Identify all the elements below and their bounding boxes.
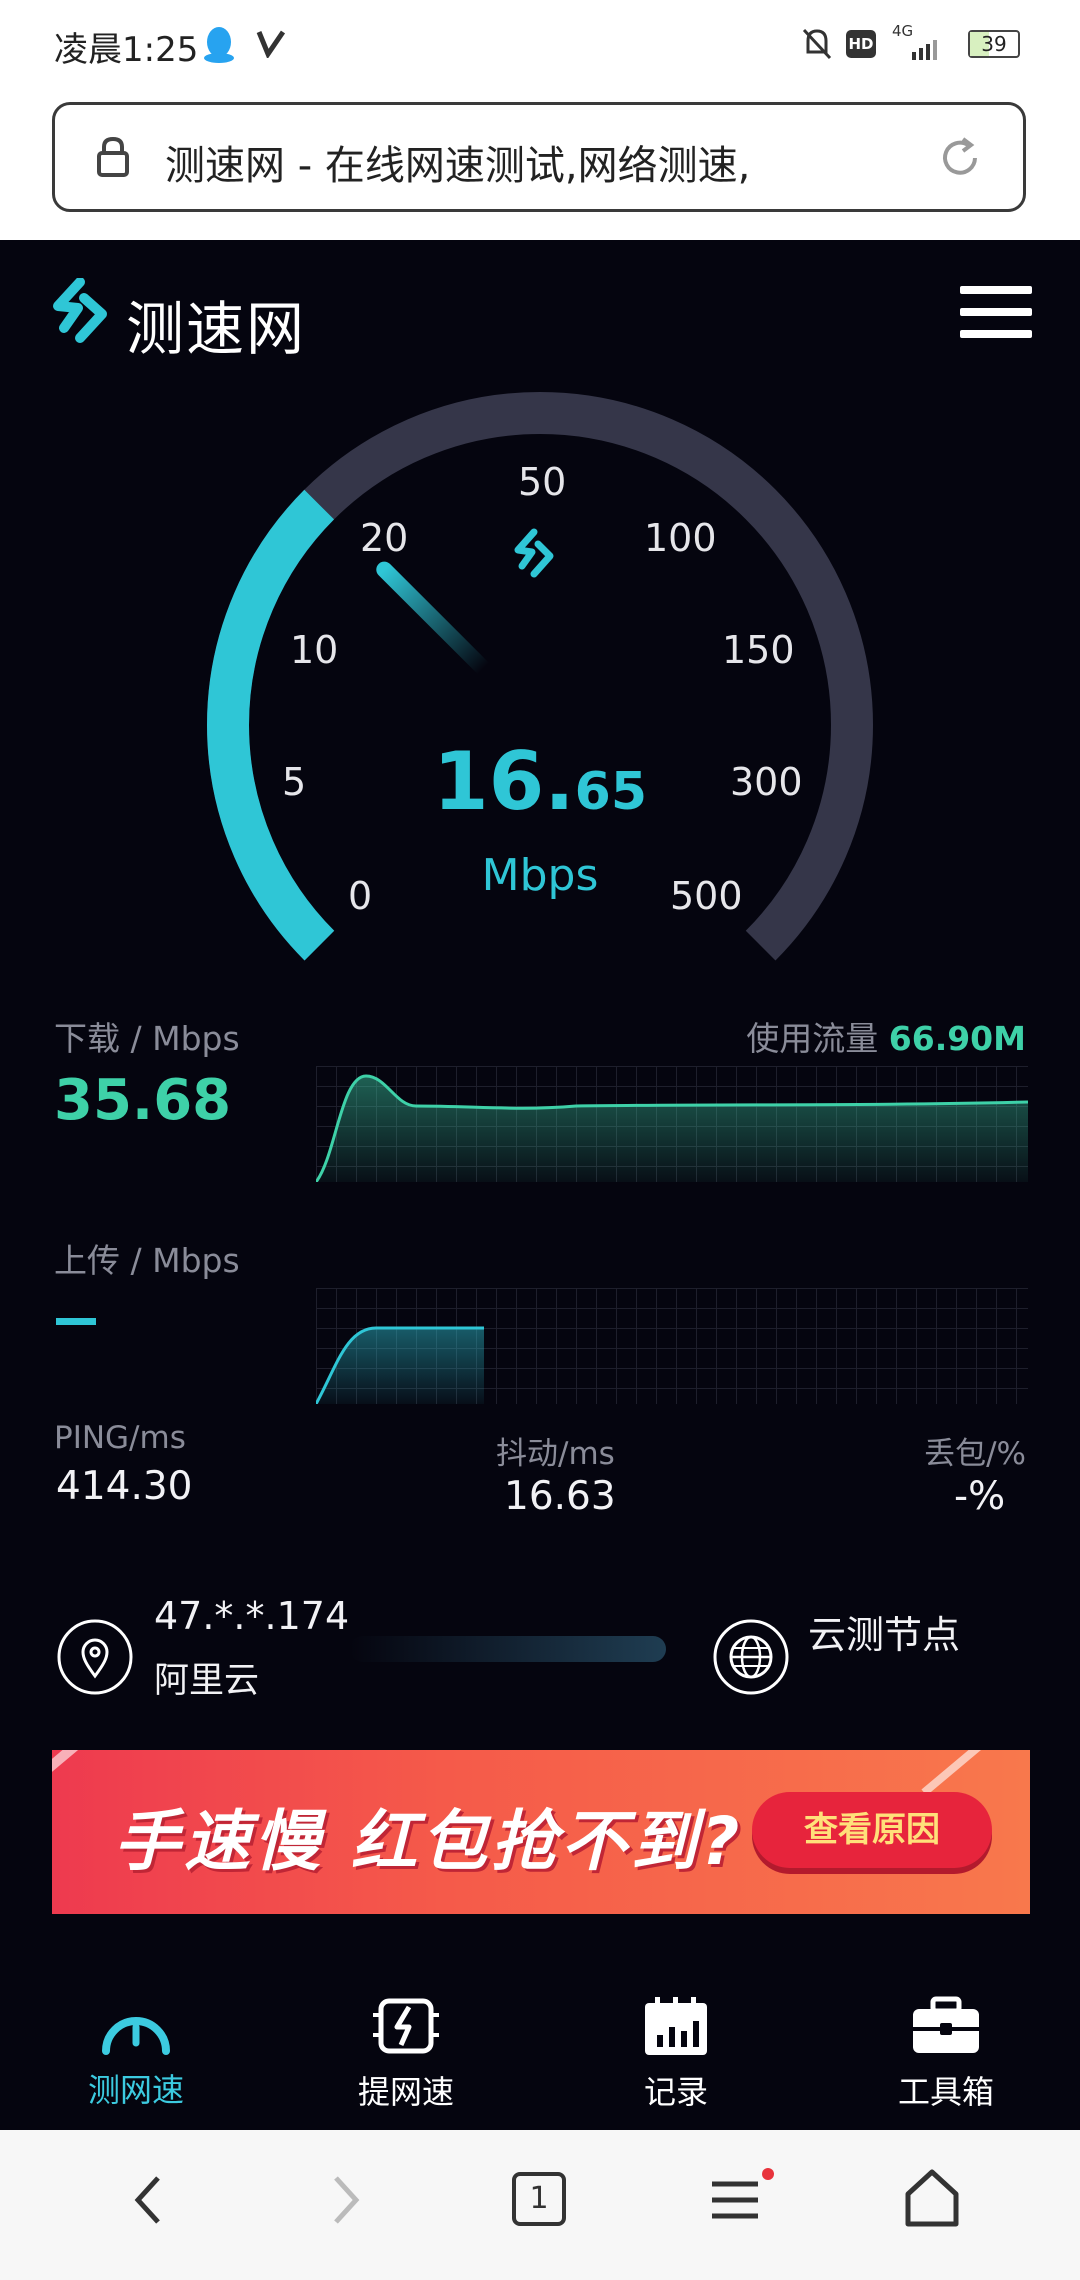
nav-speed-test[interactable]: 测网速: [46, 1995, 226, 2111]
ping-label: PING/ms: [54, 1420, 186, 1456]
traffic-value: 66.90M: [888, 1019, 1026, 1058]
location-pin-icon: [57, 1619, 133, 1695]
menu-button[interactable]: [960, 286, 1032, 352]
server-node[interactable]: 云测节点: [808, 1604, 960, 1659]
download-chart: [316, 1066, 1028, 1182]
gauge-needle: [376, 561, 492, 677]
gauge-tick-50: 50: [518, 460, 567, 504]
battery-level: 39: [981, 32, 1007, 56]
nav-label: 工具箱: [897, 2073, 994, 2111]
status-time: 凌晨1:25: [54, 30, 199, 70]
speed-decimal: 65: [574, 762, 648, 822]
status-bar: 凌晨1:25 HD 4G 39: [0, 0, 1080, 90]
nav-toolbox[interactable]: 工具箱: [856, 1995, 1036, 2113]
download-value: 35.68: [54, 1068, 232, 1133]
banner-streak-right: [921, 1750, 1019, 1796]
gauge-logo-icon: [514, 528, 554, 578]
gauge-tick-100: 100: [644, 516, 717, 560]
browser-bottom-bar: 1: [0, 2130, 1080, 2280]
promo-banner[interactable]: 手速慢 红包抢不到? 查看原因: [52, 1750, 1030, 1914]
gauge-tick-150: 150: [722, 628, 795, 672]
home-icon[interactable]: [902, 2166, 962, 2230]
gauge-tick-10: 10: [290, 628, 339, 672]
traffic-usage: 使用流量 66.90M: [746, 1012, 1026, 1060]
loss-label: 丢包/%: [924, 1436, 1026, 1472]
ping-value: 414.30: [56, 1464, 193, 1509]
mute-bell-icon: [802, 28, 832, 60]
lock-icon: [97, 136, 129, 177]
nav-records[interactable]: 记录: [586, 1995, 766, 2113]
client-ip: 47.*.*.174: [154, 1594, 350, 1638]
banner-slogan: 手速慢 红包抢不到?: [114, 1803, 744, 1880]
nav-speed-boost[interactable]: 提网速: [316, 1995, 496, 2113]
connection-bar: [350, 1636, 666, 1662]
jitter-value: 16.63: [504, 1474, 616, 1519]
nav-label: 测网速: [87, 2071, 184, 2109]
back-icon[interactable]: [128, 2170, 168, 2230]
menu-icon[interactable]: [706, 2166, 776, 2230]
chip-bolt-icon: [373, 1998, 439, 2054]
view-reason-button[interactable]: 查看原因: [752, 1792, 992, 1868]
current-speed: 16.65: [0, 735, 1080, 828]
qq-icon: [204, 27, 234, 63]
upload-value: –: [56, 1318, 96, 1325]
signal-icon: [912, 40, 937, 60]
upload-label: 上传 / Mbps: [54, 1241, 240, 1280]
loss-value: -%: [954, 1474, 1006, 1519]
banner-streak: [52, 1750, 192, 1784]
hd-icon: HD: [846, 30, 876, 58]
client-isp: 阿里云: [154, 1661, 260, 1701]
upload-chart: [316, 1288, 1028, 1404]
gauge-tick-20: 20: [360, 516, 409, 560]
nav-label: 记录: [643, 2073, 708, 2111]
traffic-label: 使用流量: [746, 1019, 879, 1058]
nav-label: 提网速: [357, 2073, 454, 2111]
speed-unit: Mbps: [481, 850, 599, 901]
calendar-chart-icon: [645, 1997, 707, 2055]
url-title: 测速网 - 在线网速测试,网络测速,: [165, 143, 751, 189]
tabs-button[interactable]: 1: [512, 2172, 566, 2226]
globe-icon[interactable]: [712, 1618, 790, 1696]
refresh-icon[interactable]: [935, 133, 985, 183]
jitter-label: 抖动/ms: [496, 1436, 615, 1472]
v-icon: [256, 30, 286, 58]
download-label: 下载 / Mbps: [54, 1019, 240, 1058]
logo-text: 测速网: [126, 295, 307, 363]
toolbox-icon: [913, 1996, 979, 2053]
logo-icon: [53, 278, 107, 343]
url-bar[interactable]: 测速网 - 在线网速测试,网络测速,: [52, 102, 1026, 212]
speed-integer: 16.: [432, 735, 575, 828]
battery-icon: 39: [968, 30, 1020, 58]
speedometer-icon: [102, 2017, 170, 2055]
forward-icon[interactable]: [326, 2170, 366, 2230]
